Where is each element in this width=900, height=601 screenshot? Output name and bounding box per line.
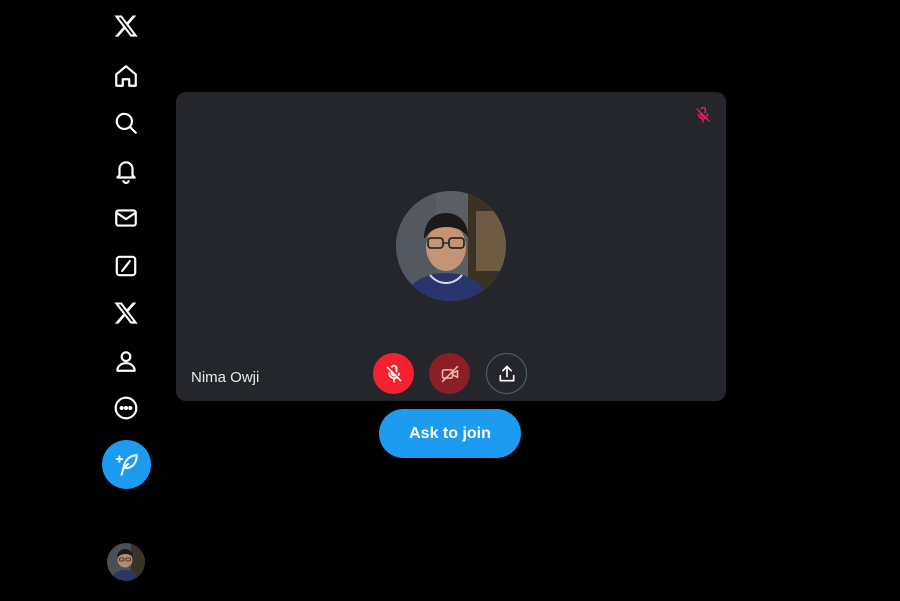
- profile-icon: [116, 351, 136, 372]
- mic-off-icon: [386, 364, 401, 382]
- sidebar-item-profile[interactable]: [101, 341, 151, 381]
- sidebar-item-explore[interactable]: [101, 103, 151, 143]
- sidebar-nav: [96, 0, 156, 601]
- post-button[interactable]: [102, 440, 151, 489]
- more-icon: [114, 396, 138, 420]
- account-avatar[interactable]: [107, 543, 145, 581]
- user-avatar-image: [107, 543, 145, 581]
- participant-video-avatar: [396, 191, 506, 301]
- sidebar-item-home[interactable]: [101, 56, 151, 96]
- sidebar-item-notifications[interactable]: [101, 151, 151, 191]
- sidebar-item-grok[interactable]: [101, 246, 151, 286]
- spaces-join-page: Nima Owji Ask to join: [0, 0, 900, 601]
- search-icon: [115, 112, 137, 134]
- feather-plus-icon: [115, 453, 138, 476]
- participant-photo: [396, 191, 506, 301]
- sidebar-item-more[interactable]: [101, 388, 151, 428]
- x-logo-icon: [114, 15, 138, 37]
- participant-name: Nima Owji: [191, 369, 260, 386]
- camera-off-icon: [441, 365, 458, 382]
- sidebar-item-premium[interactable]: [101, 293, 151, 333]
- x-premium-icon: [114, 302, 138, 324]
- home-icon: [115, 65, 137, 87]
- upload-icon: [499, 365, 514, 381]
- ask-to-join-button[interactable]: Ask to join: [379, 409, 521, 458]
- toggle-mic-button[interactable]: [373, 353, 414, 394]
- video-preview-card: Nima Owji: [176, 92, 726, 401]
- grok-icon: [115, 255, 137, 277]
- share-button[interactable]: [486, 353, 527, 394]
- sidebar-item-messages[interactable]: [101, 198, 151, 238]
- x-logo-button[interactable]: [101, 6, 151, 46]
- bell-icon: [116, 161, 136, 184]
- mail-icon: [115, 209, 137, 227]
- mic-muted-icon: [696, 106, 710, 123]
- toggle-camera-button[interactable]: [429, 353, 470, 394]
